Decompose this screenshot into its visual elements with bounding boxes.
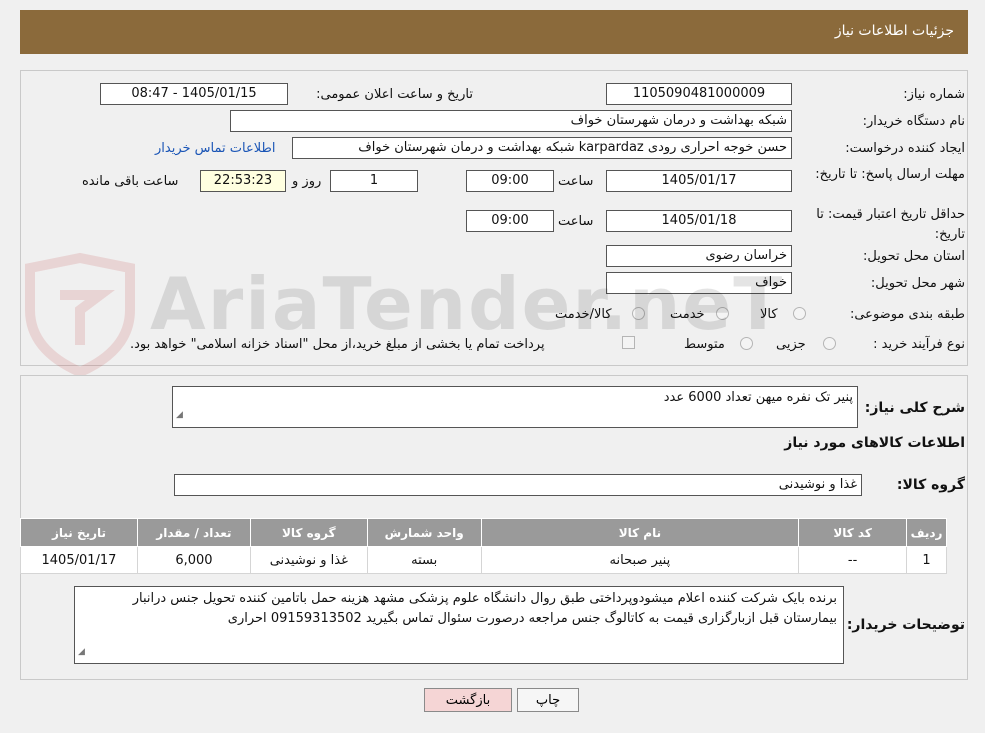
resize-grip-icon[interactable]: ◢ <box>78 642 85 662</box>
goods-table-header: ردیف کد کالا نام کالا واحد شمارش گروه کا… <box>20 518 947 547</box>
cell-unit: بسته <box>366 546 482 574</box>
description-field: پنیر تک نفره میهن تعداد 6000 عدد ◢ <box>172 386 858 428</box>
process-label: نوع فرآیند خرید : <box>873 337 965 352</box>
validity-time-label: ساعت <box>558 214 594 229</box>
category-radio-goods[interactable] <box>793 307 806 320</box>
cell-name: پنیر صبحانه <box>480 546 800 574</box>
watermark-text: AriaTender.neT <box>150 262 785 346</box>
cell-code: -- <box>798 546 908 574</box>
need-number-field: 1105090481000009 <box>606 83 792 105</box>
goods-section-title: اطلاعات کالاهای مورد نیاز <box>784 435 965 451</box>
buyer-contact-link[interactable]: اطلاعات تماس خریدار <box>155 141 275 156</box>
creator-field: حسن خوجه احراری رودی karpardaz شبکه بهدا… <box>292 137 792 159</box>
validity-date-field: 1405/01/18 <box>606 210 792 232</box>
deadline-label: مهلت ارسال پاسخ: تا تاریخ: <box>815 167 965 182</box>
process-radio-minor[interactable] <box>823 337 836 350</box>
remaining-label: ساعت باقی مانده <box>82 174 179 189</box>
goods-table: ردیف کد کالا نام کالا واحد شمارش گروه کا… <box>20 518 947 574</box>
cell-group: غذا و نوشیدنی <box>249 546 368 574</box>
deadline-time-label: ساعت <box>558 174 594 189</box>
deadline-time-field: 09:00 <box>466 170 554 192</box>
province-label: استان محل تحویل: <box>863 249 965 264</box>
col-unit-header: واحد شمارش <box>366 518 482 547</box>
category-label: طبقه بندی موضوعی: <box>849 307 965 322</box>
col-qty-header: تعداد / مقدار <box>136 518 251 547</box>
table-row: 1 -- پنیر صبحانه بسته غذا و نوشیدنی 6,00… <box>20 546 947 574</box>
days-label: روز و <box>292 174 322 189</box>
resize-grip-icon[interactable]: ◢ <box>176 404 183 426</box>
buyer-notes-label: توضیحات خریدار: <box>846 617 965 633</box>
days-field: 1 <box>330 170 418 192</box>
city-label: شهر محل تحویل: <box>870 276 965 291</box>
validity-label: حداقل تاریخ اعتبار قیمت: تا تاریخ: <box>816 207 965 242</box>
buyer-notes-field: برنده بایک شرکت کننده اعلام میشودوپرداخت… <box>74 586 844 664</box>
creator-label: ایجاد کننده درخواست: <box>845 141 965 156</box>
announce-label: تاریخ و ساعت اعلان عمومی: <box>316 87 473 102</box>
description-value: پنیر تک نفره میهن تعداد 6000 عدد <box>663 390 853 405</box>
print-button[interactable]: چاپ <box>517 688 579 712</box>
cell-row: 1 <box>906 546 947 574</box>
need-number-label: شماره نیاز: <box>903 87 965 102</box>
cell-qty: 6,000 <box>136 546 251 574</box>
col-date-header: تاریخ نیاز <box>20 518 138 547</box>
back-button[interactable]: بازگشت <box>424 688 512 712</box>
col-group-header: گروه کالا <box>249 518 368 547</box>
buyer-org-field: شبکه بهداشت و درمان شهرستان خواف <box>230 110 792 132</box>
page-title: جزئیات اطلاعات نیاز <box>834 23 954 39</box>
cell-date: 1405/01/17 <box>20 546 138 574</box>
buyer-notes-value: برنده بایک شرکت کننده اعلام میشودوپرداخت… <box>132 591 837 626</box>
deadline-date-field: 1405/01/17 <box>606 170 792 192</box>
announce-datetime-field: 1405/01/15 - 08:47 <box>100 83 288 105</box>
validity-time-field: 09:00 <box>466 210 554 232</box>
page-header: جزئیات اطلاعات نیاز <box>20 10 968 54</box>
goods-group-label: گروه کالا: <box>896 477 965 493</box>
col-name-header: نام کالا <box>480 518 800 547</box>
goods-group-field: غذا و نوشیدنی <box>174 474 862 496</box>
col-code-header: کد کالا <box>798 518 908 547</box>
remaining-time-field: 22:53:23 <box>200 170 286 192</box>
buyer-org-label: نام دستگاه خریدار: <box>862 114 965 129</box>
description-label: شرح کلی نیاز: <box>864 400 965 416</box>
col-row-header: ردیف <box>906 518 947 547</box>
